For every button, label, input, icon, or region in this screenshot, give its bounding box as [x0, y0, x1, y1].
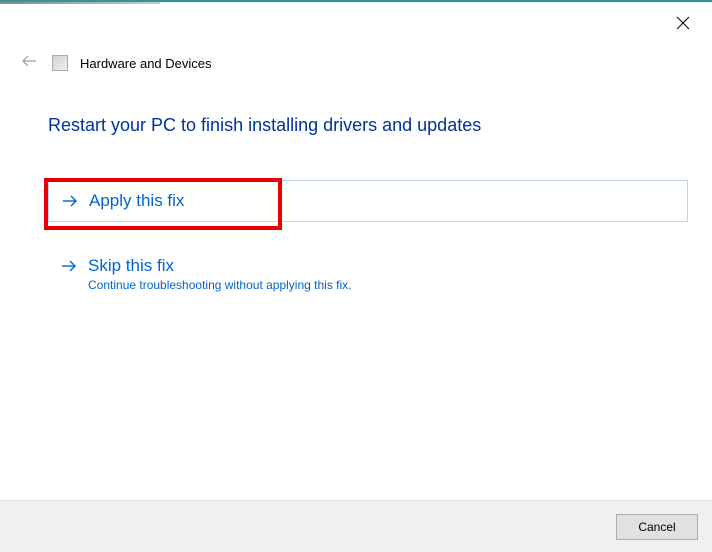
apply-fix-title: Apply this fix	[89, 191, 184, 211]
close-button[interactable]	[676, 16, 692, 32]
close-icon	[676, 17, 690, 34]
footer-bar: Cancel	[0, 500, 712, 552]
page-heading: Restart your PC to finish installing dri…	[48, 115, 481, 136]
header-bar: Hardware and Devices	[18, 52, 212, 74]
window-gradient-bar	[0, 2, 160, 4]
apply-fix-row: Apply this fix	[61, 191, 675, 211]
apply-fix-option[interactable]: Apply this fix	[48, 180, 688, 222]
back-arrow-icon	[20, 52, 38, 75]
back-button[interactable]	[18, 52, 40, 74]
skip-fix-option[interactable]: Skip this fix Continue troubleshooting w…	[48, 246, 688, 302]
cancel-button[interactable]: Cancel	[616, 514, 698, 540]
arrow-right-icon	[61, 192, 79, 210]
skip-fix-row: Skip this fix	[60, 256, 676, 276]
skip-fix-title: Skip this fix	[88, 256, 174, 276]
header-title: Hardware and Devices	[80, 56, 212, 71]
arrow-right-icon	[60, 257, 78, 275]
skip-fix-subtitle: Continue troubleshooting without applyin…	[88, 278, 676, 292]
troubleshooter-icon	[52, 55, 68, 71]
